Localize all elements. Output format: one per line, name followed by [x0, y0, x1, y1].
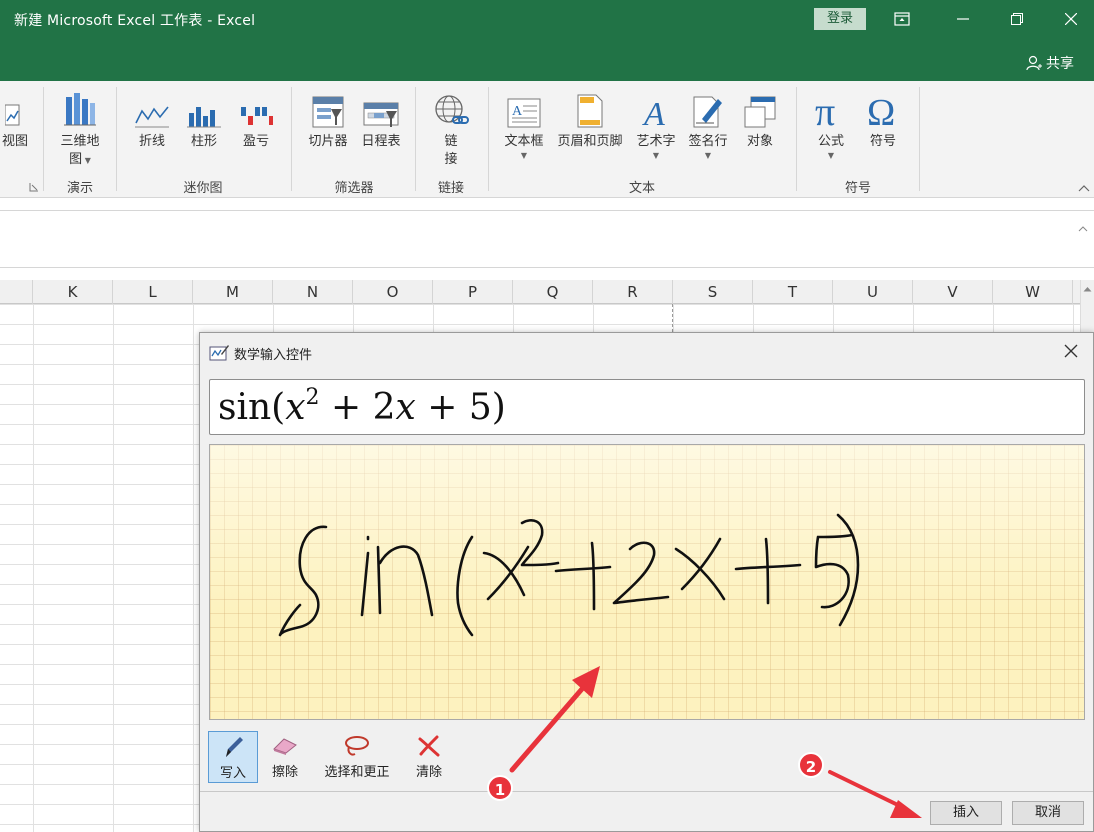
annotation-arrows	[509, 666, 922, 818]
step-1-badge: 1	[487, 775, 513, 801]
step-2-badge: 2	[798, 752, 824, 778]
